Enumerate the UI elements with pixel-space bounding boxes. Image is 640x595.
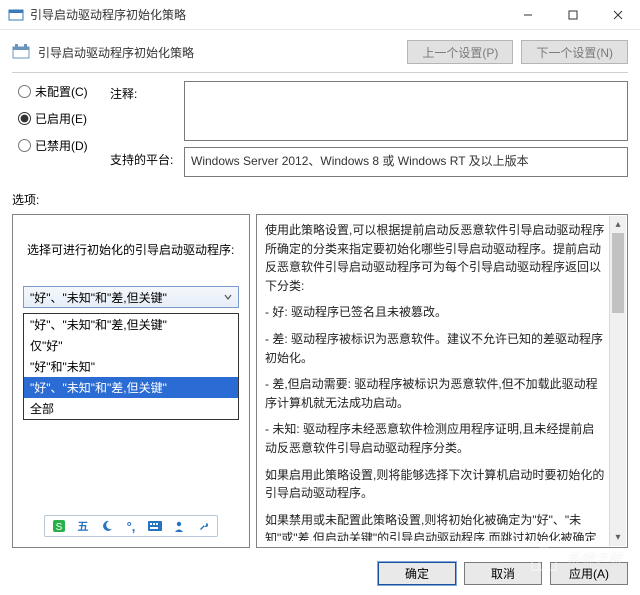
scroll-up-icon[interactable]: ▴ xyxy=(610,216,626,233)
help-li: - 好: 驱动程序已签名且未被篡改。 xyxy=(265,303,605,322)
help-li: - 差,但启动需要: 驱动程序被标识为恶意软件,但不加载此驱动程序计算机就无法成… xyxy=(265,375,605,412)
dropdown-option[interactable]: 仅"好" xyxy=(24,335,238,356)
ime-keyboard-icon[interactable] xyxy=(147,518,163,534)
svg-text:S: S xyxy=(56,522,63,533)
ime-person-icon[interactable] xyxy=(171,518,187,534)
comment-input[interactable] xyxy=(184,81,628,141)
ime-moon-icon[interactable] xyxy=(99,518,115,534)
radio-not-configured[interactable] xyxy=(18,85,31,98)
radio-not-configured-label: 未配置(C) xyxy=(35,83,88,100)
radio-disabled-label: 已禁用(D) xyxy=(35,137,88,154)
radio-enabled-label: 已启用(E) xyxy=(35,110,87,127)
init-dropdown[interactable]: "好"、"未知"和"差,但关键" 仅"好" "好"和"未知" "好"、"未知"和… xyxy=(23,313,239,420)
ime-icon[interactable]: S xyxy=(51,518,67,534)
platform-box: Windows Server 2012、Windows 8 或 Windows … xyxy=(184,147,628,177)
subheader: 引导启动驱动程序初始化策略 上一个设置(P) 下一个设置(N) xyxy=(0,30,640,72)
footer: 确定 取消 应用(A) xyxy=(0,554,640,595)
radio-enabled[interactable] xyxy=(18,112,31,125)
maximize-button[interactable] xyxy=(550,0,595,30)
ime-toolbar[interactable]: S 五 °, xyxy=(44,515,218,537)
options-label: 选项: xyxy=(0,181,640,212)
window-controls xyxy=(505,0,640,30)
scroll-track[interactable] xyxy=(610,233,626,529)
state-radios: 未配置(C) 已启用(E) 已禁用(D) xyxy=(18,81,104,177)
minimize-button[interactable] xyxy=(505,0,550,30)
policy-icon xyxy=(12,43,30,61)
help-li: - 未知: 驱动程序未经恶意软件检测应用程序证明,且未经提前启动反恶意软件引导启… xyxy=(265,420,605,457)
help-pane: 使用此策略设置,可以根据提前启动反恶意软件引导启动驱动程序所确定的分类来指定要初… xyxy=(256,214,628,548)
scroll-thumb[interactable] xyxy=(612,233,624,313)
config-area: 未配置(C) 已启用(E) 已禁用(D) 注释: 支持的平台: Windows … xyxy=(0,73,640,181)
next-setting-button[interactable]: 下一个设置(N) xyxy=(521,40,628,64)
main-panes: 选择可进行初始化的引导启动驱动程序: "好"、"未知"和"差,但关键" "好"、… xyxy=(0,212,640,554)
help-text: 使用此策略设置,可以根据提前启动反恶意软件引导启动驱动程序所确定的分类来指定要初… xyxy=(265,221,621,541)
help-para: 使用此策略设置,可以根据提前启动反恶意软件引导启动驱动程序所确定的分类来指定要初… xyxy=(265,221,605,295)
subheader-title: 引导启动驱动程序初始化策略 xyxy=(38,44,399,61)
scrollbar[interactable]: ▴ ▾ xyxy=(609,216,626,546)
help-para: 如果启用此策略设置,则将能够选择下次计算机启动时要初始化的引导启动驱动程序。 xyxy=(265,466,605,503)
combo-value: "好"、"未知"和"差,但关键" xyxy=(30,289,167,306)
ime-comma-icon[interactable]: °, xyxy=(123,518,139,534)
apply-button[interactable]: 应用(A) xyxy=(550,562,628,585)
dropdown-option[interactable]: 全部 xyxy=(24,398,238,419)
dropdown-option[interactable]: "好"和"未知" xyxy=(24,356,238,377)
select-label: 选择可进行初始化的引导启动驱动程序: xyxy=(23,241,239,258)
chevron-down-icon xyxy=(220,289,236,305)
prev-setting-button[interactable]: 上一个设置(P) xyxy=(407,40,513,64)
radio-disabled[interactable] xyxy=(18,139,31,152)
dropdown-option[interactable]: "好"、"未知"和"差,但关键" xyxy=(24,377,238,398)
cancel-button[interactable]: 取消 xyxy=(464,562,542,585)
ok-button[interactable]: 确定 xyxy=(378,562,456,585)
ime-wubi-icon[interactable]: 五 xyxy=(75,518,91,534)
comment-label: 注释: xyxy=(110,81,176,102)
close-button[interactable] xyxy=(595,0,640,30)
help-para: 如果禁用或未配置此策略设置,则将初始化被确定为"好"、"未知"或"差,但启动关键… xyxy=(265,511,605,541)
ime-wrench-icon[interactable] xyxy=(195,518,211,534)
dropdown-option[interactable]: "好"、"未知"和"差,但关键" xyxy=(24,314,238,335)
titlebar: 引导启动驱动程序初始化策略 xyxy=(0,0,640,30)
window-icon xyxy=(8,7,24,23)
help-li: - 差: 驱动程序被标识为恶意软件。建议不允许已知的差驱动程序初始化。 xyxy=(265,330,605,367)
window-title: 引导启动驱动程序初始化策略 xyxy=(30,6,505,23)
platform-label: 支持的平台: xyxy=(110,147,176,168)
init-combo[interactable]: "好"、"未知"和"差,但关键" xyxy=(23,286,239,308)
scroll-down-icon[interactable]: ▾ xyxy=(610,529,626,546)
options-pane: 选择可进行初始化的引导启动驱动程序: "好"、"未知"和"差,但关键" "好"、… xyxy=(12,214,250,548)
